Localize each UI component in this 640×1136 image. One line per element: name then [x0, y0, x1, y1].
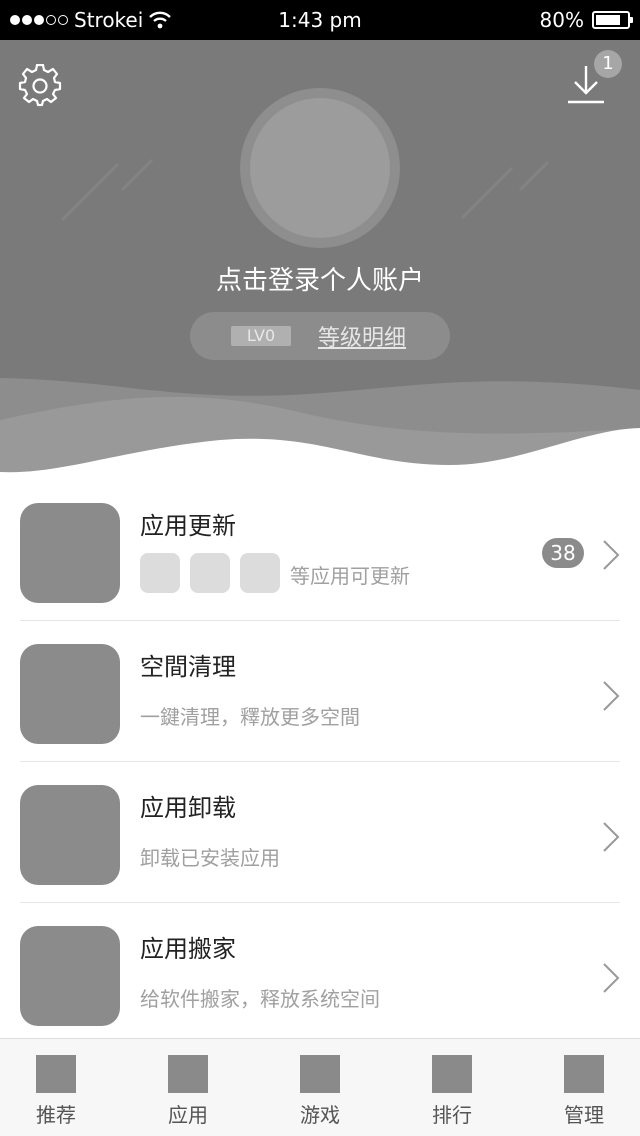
app-thumbnail-icon: [140, 553, 180, 593]
tab-label: 管理: [564, 1103, 604, 1127]
battery-fill: [596, 15, 620, 25]
tab-apps[interactable]: 应用: [138, 1039, 238, 1136]
list-item-title: 应用卸载: [140, 794, 236, 822]
status-bar: Strokei 1:43 pm 80%: [0, 0, 640, 40]
chevron-right-icon: [603, 540, 620, 570]
app-thumbnail-icon: [190, 553, 230, 593]
level-detail-link[interactable]: 等级明细: [318, 320, 406, 352]
tab-label: 游戏: [300, 1103, 340, 1127]
list-item-space-cleanup[interactable]: 空間清理 一鍵清理，釋放更多空間: [0, 621, 640, 762]
list-item-subtitle: 等应用可更新: [290, 564, 410, 588]
recommend-icon: [36, 1055, 76, 1093]
tab-label: 应用: [168, 1103, 208, 1127]
manage-icon: [564, 1055, 604, 1093]
app-uninstall-icon: [20, 785, 120, 885]
app-move-icon: [20, 926, 120, 1026]
profile-header: 1 点击登录个人账户 LV0 等级明细: [0, 40, 640, 480]
tab-manage[interactable]: 管理: [534, 1039, 634, 1136]
tab-recommend[interactable]: 推荐: [6, 1039, 106, 1136]
list-item-app-move[interactable]: 应用搬家 给软件搬家，释放系统空间: [0, 903, 640, 1044]
tab-ranking[interactable]: 排行: [402, 1039, 502, 1136]
battery-percent: 80%: [539, 8, 584, 32]
battery-area: 80%: [539, 8, 633, 32]
space-cleanup-icon: [20, 644, 120, 744]
chevron-right-icon: [603, 963, 620, 993]
app-update-icon: [20, 503, 120, 603]
level-pill: LV0 等级明细: [190, 312, 450, 360]
chevron-right-icon: [603, 822, 620, 852]
chevron-right-icon: [603, 681, 620, 711]
list-item-subtitle: 卸载已安装应用: [140, 846, 280, 870]
avatar[interactable]: [250, 98, 390, 238]
app-thumbnail-icon: [240, 553, 280, 593]
level-badge: LV0: [231, 326, 291, 346]
settings-gear-icon[interactable]: [18, 64, 62, 108]
list-item-subtitle: 一鍵清理，釋放更多空間: [140, 705, 360, 729]
download-count-badge: 1: [594, 50, 622, 78]
login-prompt[interactable]: 点击登录个人账户: [0, 260, 640, 297]
games-icon: [300, 1055, 340, 1093]
battery-icon: [592, 11, 633, 29]
list-item-title: 应用搬家: [140, 935, 236, 963]
list-item-subtitle: 给软件搬家，释放系统空间: [140, 987, 380, 1011]
tab-games[interactable]: 游戏: [270, 1039, 370, 1136]
tab-label: 推荐: [36, 1103, 76, 1127]
update-count-badge: 38: [542, 538, 584, 568]
list-item-app-update[interactable]: 应用更新 等应用可更新 38: [0, 480, 640, 621]
list-item-title: 空間清理: [140, 653, 236, 681]
tab-label: 排行: [432, 1103, 472, 1127]
apps-icon: [168, 1055, 208, 1093]
ranking-icon: [432, 1055, 472, 1093]
list-item-title: 应用更新: [140, 512, 236, 540]
bottom-tab-bar: 推荐 应用 游戏 排行 管理: [0, 1038, 640, 1136]
list-item-app-uninstall[interactable]: 应用卸载 卸载已安装应用: [0, 762, 640, 903]
